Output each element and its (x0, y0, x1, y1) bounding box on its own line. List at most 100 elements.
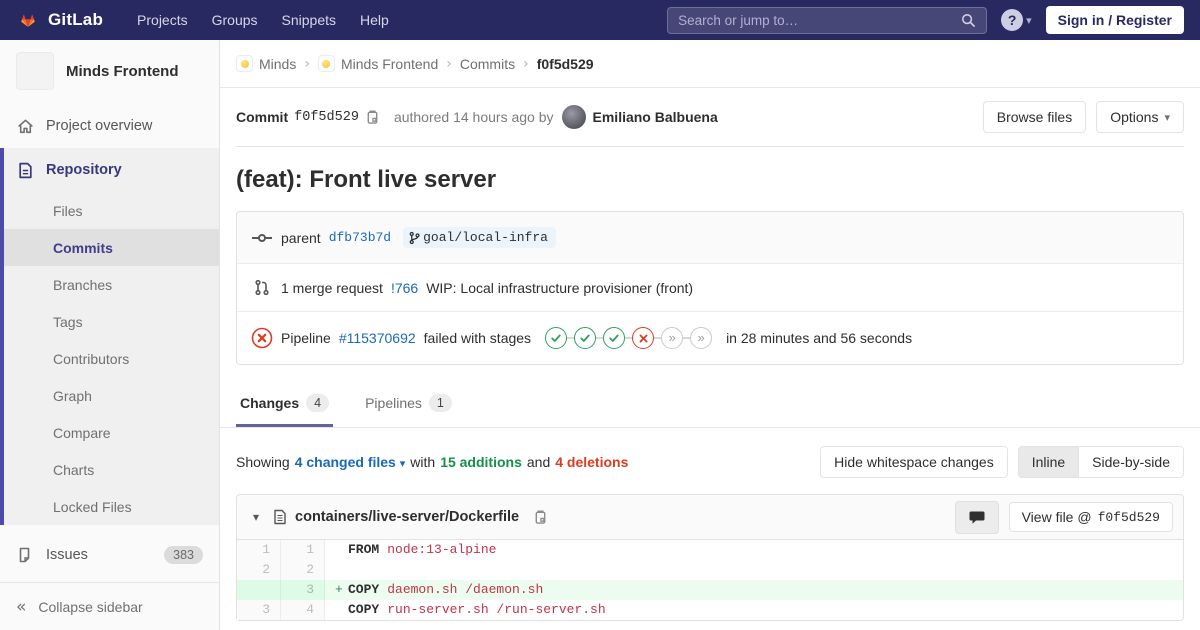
sidebar-item-repository[interactable]: Repository (4, 148, 219, 192)
side-by-side-view-button[interactable]: Side-by-side (1078, 446, 1184, 478)
new-line-number[interactable]: 3 (281, 580, 325, 600)
sidebar-item-project-overview[interactable]: Project overview (0, 104, 219, 148)
commit-info-box: parent dfb73b7d goal/local-infra 1 merge… (236, 211, 1184, 365)
parent-row: parent dfb73b7d goal/local-infra (237, 212, 1183, 264)
collapse-sidebar-button[interactable]: « Collapse sidebar (0, 582, 219, 630)
sidebar-item-tags[interactable]: Tags (4, 303, 219, 340)
breadcrumb-commits[interactable]: Commits (460, 56, 515, 72)
pipeline-stage-skipped-icon[interactable]: » (690, 327, 713, 349)
commit-meta-row: Commit f0f5d529 authored 14 hours ago by… (236, 88, 1184, 147)
sidebar-item-branches[interactable]: Branches (4, 266, 219, 303)
mr-title: WIP: Local infrastructure provisioner (f… (426, 279, 694, 296)
pipeline-stage-success-icon[interactable] (545, 327, 568, 349)
sidebar-item-commits[interactable]: Commits (4, 229, 219, 266)
view-file-button[interactable]: View file @ f0f5d529 (1008, 502, 1173, 532)
nav-item-help[interactable]: Help (348, 0, 401, 40)
pipeline-duration: in 28 minutes and 56 seconds (726, 330, 913, 346)
repository-file-icon (16, 162, 34, 179)
copy-sha-button[interactable] (359, 109, 386, 125)
stage-connector (567, 337, 575, 339)
pipeline-failed-status-icon[interactable] (251, 327, 273, 349)
new-line-number[interactable]: 4 (281, 600, 325, 620)
pipeline-id-link[interactable]: #115370692 (339, 330, 416, 346)
tab-pipelines[interactable]: Pipelines 1 (361, 381, 456, 427)
search-icon[interactable] (961, 13, 976, 28)
gitlab-tanuki-icon (16, 9, 40, 32)
nav-item-snippets[interactable]: Snippets (270, 0, 348, 40)
hide-whitespace-button[interactable]: Hide whitespace changes (820, 446, 1008, 478)
code-keyword: COPY (348, 582, 380, 597)
breadcrumb-group[interactable]: Minds (236, 55, 296, 72)
view-file-sha: f0f5d529 (1097, 509, 1160, 525)
inline-view-button[interactable]: Inline (1017, 446, 1080, 478)
main-content: Minds › Minds Frontend › Commits › f0f5d… (220, 40, 1200, 630)
commit-label: Commit (236, 109, 289, 125)
mr-id-link[interactable]: !766 (391, 280, 418, 296)
search-input[interactable] (678, 12, 962, 28)
nav-item-groups[interactable]: Groups (200, 0, 270, 40)
diff-file-card: ▾ containers/live-server/Dockerfile View… (236, 494, 1184, 621)
old-line-number[interactable] (237, 580, 281, 600)
sidebar-item-compare[interactable]: Compare (4, 414, 219, 451)
author-name[interactable]: Emiliano Balbuena (593, 109, 718, 125)
new-line-number[interactable]: 1 (281, 540, 325, 560)
changed-files-dropdown[interactable]: 4 changed files ▾ (295, 454, 406, 470)
commit-tabs: Changes 4 Pipelines 1 (220, 381, 1200, 428)
nav-item-projects[interactable]: Projects (125, 0, 200, 40)
pipeline-label: Pipeline (281, 330, 331, 346)
diff-line: 1 1 FROM node:13-alpine (237, 540, 1183, 560)
sidebar-item-files[interactable]: Files (4, 192, 219, 229)
gitlab-logo[interactable]: GitLab (16, 9, 103, 32)
branch-badge[interactable]: goal/local-infra (403, 227, 556, 248)
tab-changes[interactable]: Changes 4 (236, 381, 334, 427)
changes-count-badge: 4 (306, 394, 330, 412)
sidebar-item-charts[interactable]: Charts (4, 451, 219, 488)
sidebar-section-repository: Repository Files Commits Branches Tags Contr… (0, 148, 219, 525)
parent-sha-link[interactable]: dfb73b7d (329, 230, 391, 245)
breadcrumb-project[interactable]: Minds Frontend (317, 55, 438, 72)
pipeline-stage-success-icon[interactable] (603, 327, 626, 349)
sidebar-item-label: Issues (46, 547, 88, 563)
project-context-header[interactable]: Minds Frontend (0, 40, 219, 104)
sidebar-item-contributors[interactable]: Contributors (4, 340, 219, 377)
sidebar-item-issues[interactable]: Issues 383 (0, 533, 219, 577)
pipeline-stage-success-icon[interactable] (574, 327, 597, 349)
additions-count: 15 additions (440, 454, 522, 470)
sidebar-item-locked-files[interactable]: Locked Files (4, 488, 219, 525)
pipeline-stage-skipped-icon[interactable]: » (661, 327, 684, 349)
search-box[interactable] (667, 6, 988, 34)
toggle-comments-button[interactable] (954, 500, 999, 534)
options-dropdown-button[interactable]: Options ▾ (1096, 101, 1184, 133)
old-line-number[interactable]: 3 (237, 600, 281, 620)
with-label: with (410, 454, 436, 470)
breadcrumb: Minds › Minds Frontend › Commits › f0f5d… (220, 40, 1200, 88)
line-code: + COPY daemon.sh /daemon.sh (325, 580, 1183, 600)
sidebar-item-graph[interactable]: Graph (4, 377, 219, 414)
file-path[interactable]: containers/live-server/Dockerfile (295, 509, 519, 525)
browse-files-button[interactable]: Browse files (982, 101, 1087, 133)
chevron-down-icon: ▾ (1026, 13, 1032, 27)
old-line-number[interactable]: 2 (237, 560, 281, 580)
diff-table: 1 1 FROM node:13-alpine 2 2 3 + COPY daemon.sh /d… (237, 540, 1183, 620)
chevron-down-icon: ▾ (1164, 110, 1170, 124)
help-menu[interactable]: ? ▾ (1001, 9, 1032, 31)
new-line-number[interactable]: 2 (281, 560, 325, 580)
code-text: node:13-alpine (387, 542, 497, 557)
file-collapse-caret-icon[interactable]: ▾ (247, 510, 265, 524)
code-keyword: COPY (348, 602, 380, 617)
pipeline-stage-failed-icon[interactable] (632, 327, 655, 349)
line-code: FROM node:13-alpine (325, 540, 1183, 560)
copy-file-path-button[interactable] (527, 509, 554, 525)
file-icon (273, 509, 287, 525)
diff-line: 3 4 COPY run-server.sh /run-server.sh (237, 600, 1183, 620)
pipelines-count-badge: 1 (428, 394, 452, 412)
help-icon[interactable]: ? (1001, 9, 1024, 31)
merge-request-icon (251, 279, 273, 296)
sign-in-button[interactable]: Sign in / Register (1045, 6, 1184, 34)
old-line-number[interactable]: 1 (237, 540, 281, 560)
branch-icon (409, 231, 420, 245)
author-avatar[interactable] (561, 105, 586, 129)
collapse-sidebar-label: Collapse sidebar (38, 598, 143, 615)
issues-count-badge: 383 (164, 546, 203, 564)
breadcrumb-current-sha: f0f5d529 (536, 55, 594, 72)
